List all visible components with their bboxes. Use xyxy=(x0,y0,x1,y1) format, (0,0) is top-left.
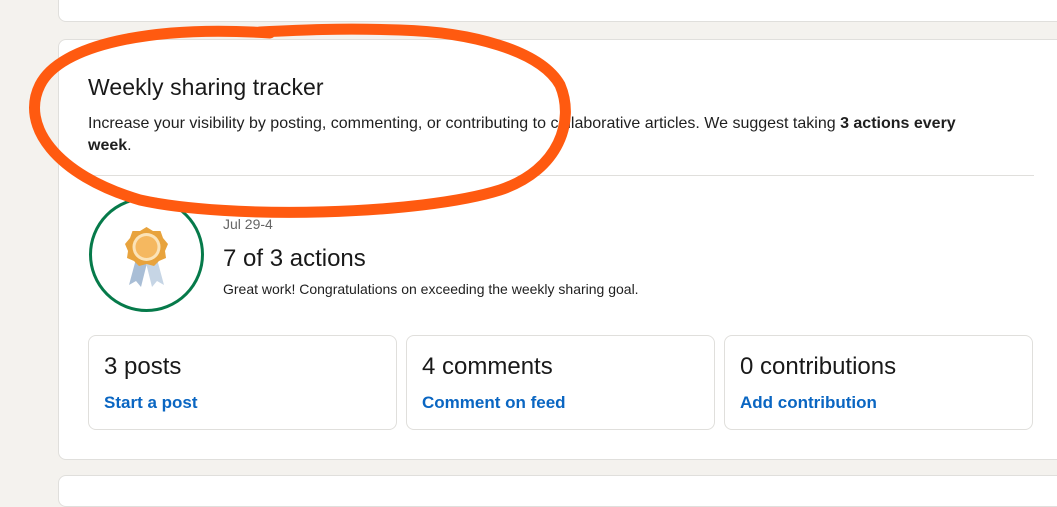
congrats-message: Great work! Congratulations on exceeding… xyxy=(223,281,639,297)
posts-stat-card: 3 posts Start a post xyxy=(88,335,397,430)
actions-word: actions xyxy=(283,245,366,272)
date-range: Jul 29-4 xyxy=(223,216,273,232)
tracker-title: Weekly sharing tracker xyxy=(88,74,324,100)
posts-number: 3 xyxy=(104,353,118,380)
tracker-description: Increase your visibility by posting, com… xyxy=(88,113,1003,157)
description-text: Increase your visibility by posting, com… xyxy=(88,115,841,132)
comments-label: comments xyxy=(435,353,553,380)
next-card xyxy=(58,475,1057,507)
contributions-label: contributions xyxy=(753,353,897,380)
actions-summary: 7 of 3 actions xyxy=(223,245,366,273)
comment-on-feed-link[interactable]: Comment on feed xyxy=(422,393,566,413)
contributions-count: 0 contributions xyxy=(740,353,896,381)
previous-card xyxy=(58,0,1057,22)
divider xyxy=(88,175,1034,176)
contributions-stat-card: 0 contributions Add contribution xyxy=(724,335,1033,430)
contributions-number: 0 xyxy=(740,353,754,380)
description-end: . xyxy=(127,137,132,154)
actions-count: 7 of 3 xyxy=(223,245,284,272)
comments-stat-card: 4 comments Comment on feed xyxy=(406,335,715,430)
badge-icon xyxy=(89,197,204,312)
comments-count: 4 comments xyxy=(422,353,553,381)
weekly-sharing-tracker-card: Weekly sharing tracker Increase your vis… xyxy=(58,39,1057,460)
add-contribution-link[interactable]: Add contribution xyxy=(740,393,877,413)
start-a-post-link[interactable]: Start a post xyxy=(104,393,198,413)
posts-label: posts xyxy=(117,353,182,380)
posts-count: 3 posts xyxy=(104,353,181,381)
comments-number: 4 xyxy=(422,353,436,380)
